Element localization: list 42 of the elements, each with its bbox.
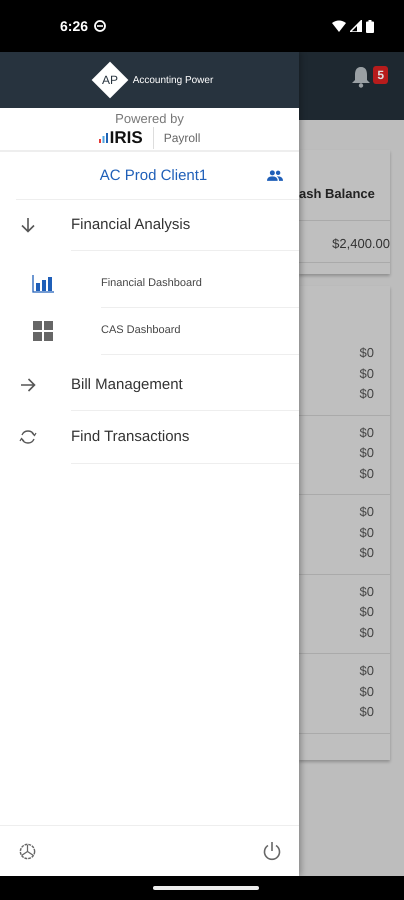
amount-value: $0: [360, 344, 374, 362]
partner-name: IRIS: [110, 128, 143, 148]
do-not-disturb-icon: [94, 20, 106, 32]
amount-value: $0: [360, 364, 374, 382]
amount-value: $0: [360, 503, 374, 521]
bars-icon: [98, 133, 108, 143]
people-icon: [267, 170, 283, 181]
amount-value: $0: [360, 703, 374, 721]
logo-mark: AP: [91, 62, 128, 98]
amount-value: $0: [360, 582, 374, 600]
product-name: Payroll: [164, 131, 200, 145]
battery-icon: [366, 20, 374, 32]
status-time: 6:26: [60, 18, 88, 34]
amount-value: $0: [360, 524, 374, 542]
amount-value: $0: [360, 662, 374, 680]
brand-name: Accounting Power: [132, 74, 214, 86]
arrow-down-icon: [20, 217, 36, 233]
amount-value: $0: [360, 385, 374, 403]
refresh-icon: [19, 428, 37, 446]
notification-badge: 5: [373, 66, 388, 84]
bell-icon[interactable]: [351, 66, 372, 88]
amount-value: $0: [360, 544, 374, 562]
amount-value: $0: [360, 464, 374, 482]
amount-value: $0: [360, 682, 374, 700]
arrow-right-icon: [20, 377, 36, 393]
power-icon[interactable]: [262, 841, 282, 861]
wifi-icon: [332, 20, 346, 32]
powered-by-text: Powered by: [115, 111, 184, 127]
amount-value: $0: [360, 624, 374, 642]
signal-icon: [350, 20, 362, 32]
submenu-item[interactable]: Financial Dashboard: [0, 260, 299, 307]
menu-item[interactable]: Bill Management: [0, 360, 299, 410]
submenu-item[interactable]: CAS Dashboard: [0, 307, 299, 354]
amount-value: $0: [360, 603, 374, 621]
amount-value: $0: [360, 424, 374, 442]
client-selector[interactable]: AC Prod Client1: [16, 152, 299, 200]
bar-chart-icon: [32, 274, 54, 292]
menu-item[interactable]: Financial Analysis: [0, 200, 299, 250]
menu-item[interactable]: Find Transactions: [0, 410, 299, 463]
amount-value: $0: [360, 444, 374, 462]
grid-icon: [32, 320, 52, 340]
settings-icon[interactable]: [18, 842, 37, 860]
